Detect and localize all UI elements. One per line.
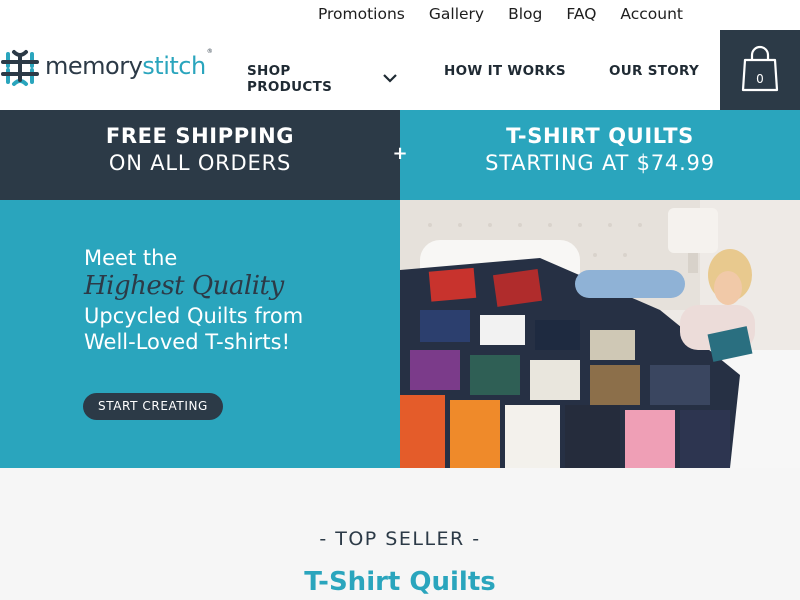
nav-shop-products[interactable]: SHOP PRODUCTS <box>247 63 397 95</box>
nav-shop-products-label: SHOP PRODUCTS <box>247 63 333 95</box>
memorystitch-logo[interactable]: memorystitch® <box>0 48 213 88</box>
blog-link[interactable]: Blog <box>508 5 542 23</box>
site-header: memorystitch® SHOP PRODUCTS HOW IT WORKS… <box>0 30 800 110</box>
tshirt-quilts-promo-price: STARTING AT $74.99 <box>485 151 715 175</box>
hero-photo <box>400 200 800 468</box>
start-creating-button[interactable]: START CREATING <box>83 393 223 420</box>
utility-bar: Promotions Gallery Blog FAQ Account <box>0 0 800 30</box>
hero-line-3: Well-Loved T-shirts! <box>84 330 291 354</box>
hero-section: Meet the Highest Quality Upcycled Quilts… <box>0 200 800 468</box>
quilt-photo-illustration <box>400 200 800 468</box>
utility-links: Promotions Gallery Blog FAQ Account <box>318 5 683 23</box>
free-shipping-promo[interactable]: FREE SHIPPING ON ALL ORDERS <box>0 110 400 200</box>
shopping-bag-icon <box>741 45 779 92</box>
logo-wordmark: memorystitch® <box>45 48 213 80</box>
logo-word-memory: memory <box>45 52 143 80</box>
hero-script-line: Highest Quality <box>84 271 284 301</box>
nav-our-story[interactable]: OUR STORY <box>609 63 719 79</box>
nav-how-it-works[interactable]: HOW IT WORKS <box>444 63 574 79</box>
cart-button[interactable]: 0 <box>720 30 800 110</box>
gallery-link[interactable]: Gallery <box>429 5 484 23</box>
hero-line-2: Upcycled Quilts from <box>84 304 304 328</box>
chevron-down-icon <box>383 71 397 87</box>
faq-link[interactable]: FAQ <box>566 5 596 23</box>
cart-count-badge: 0 <box>756 72 764 86</box>
tshirt-quilts-promo[interactable]: T-SHIRT QUILTS STARTING AT $74.99 <box>400 110 800 200</box>
logo-mark-icon <box>1 50 39 86</box>
logo-word-stitch: stitch <box>142 52 206 80</box>
free-shipping-subtitle: ON ALL ORDERS <box>108 151 292 175</box>
section-title[interactable]: T-Shirt Quilts <box>0 567 800 597</box>
plus-icon: + <box>392 143 408 164</box>
hero-text-panel: Meet the Highest Quality Upcycled Quilts… <box>0 200 400 468</box>
promo-banner: FREE SHIPPING ON ALL ORDERS T-SHIRT QUIL… <box>0 110 800 200</box>
account-link[interactable]: Account <box>620 5 683 23</box>
free-shipping-title: FREE SHIPPING <box>105 124 295 148</box>
top-seller-section: - TOP SELLER - T-Shirt Quilts <box>0 468 800 600</box>
top-seller-eyebrow: - TOP SELLER - <box>319 528 481 550</box>
tshirt-quilts-promo-title: T-SHIRT QUILTS <box>506 124 694 148</box>
hero-line-1: Meet the <box>84 246 178 270</box>
promotions-link[interactable]: Promotions <box>318 5 405 23</box>
hero-headline: Meet the Highest Quality Upcycled Quilts… <box>84 245 303 355</box>
registered-mark: ® <box>206 48 213 55</box>
